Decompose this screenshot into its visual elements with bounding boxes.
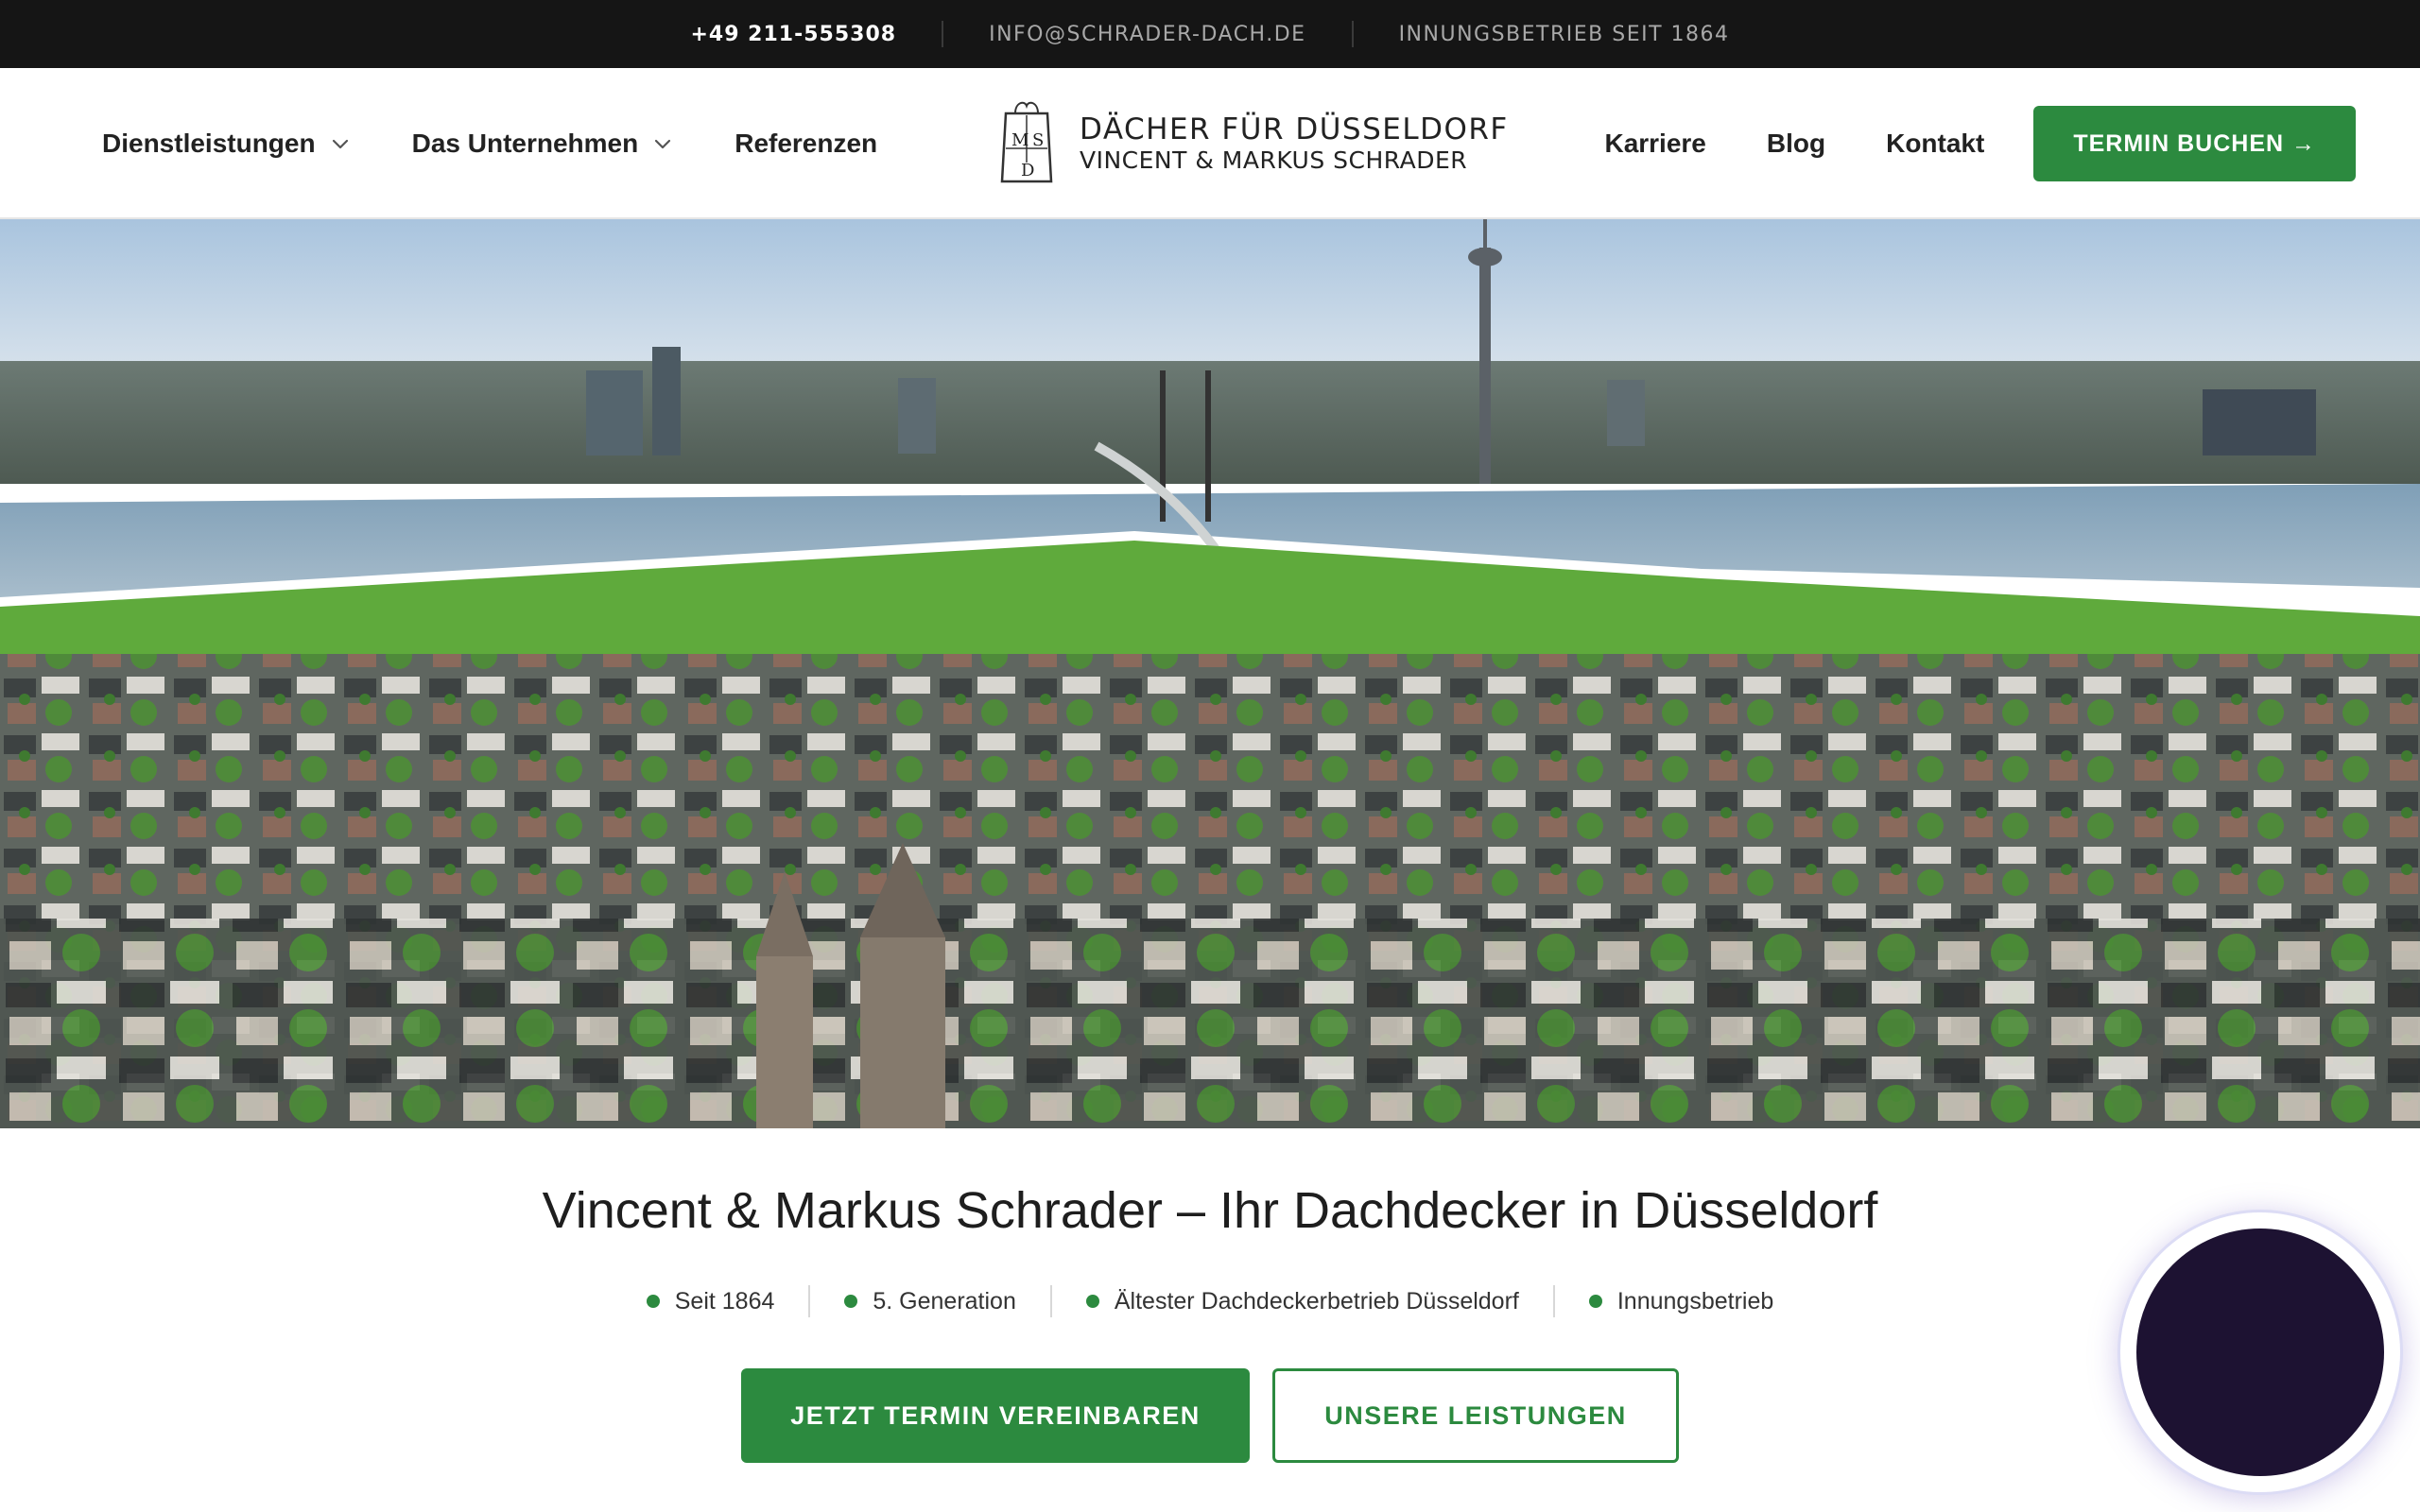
feature-item: Seit 1864	[613, 1288, 809, 1315]
monogram-m: M	[1011, 130, 1028, 150]
nav-label: Das Unternehmen	[411, 129, 639, 158]
main-header: Dienstleistungen Das Unternehmen Referen…	[0, 68, 2420, 219]
monogram-s: S	[1032, 130, 1044, 150]
feature-list: Seit 1864 5. Generation Ältester Dachdec…	[0, 1285, 2420, 1317]
top-info-bar: +49 211-555308 INFO@SCHRADER-DACH.DE INN…	[0, 0, 2420, 68]
nav-label: Dienstleistungen	[102, 129, 316, 158]
nav-blog[interactable]: Blog	[1767, 129, 1825, 159]
nav-das-unternehmen[interactable]: Das Unternehmen	[412, 129, 675, 159]
bullet-dot-icon	[646, 1295, 660, 1308]
nav-dienstleistungen[interactable]: Dienstleistungen	[102, 129, 352, 159]
our-services-button[interactable]: UNSERE LEISTUNGEN	[1272, 1368, 1679, 1463]
feature-item: Ältester Dachdeckerbetrieb Düsseldorf	[1052, 1288, 1553, 1315]
nav-karriere[interactable]: Karriere	[1604, 129, 1705, 159]
guild-since-text: INNUNGSBETRIEB SEIT 1864	[1398, 22, 1730, 46]
logo-title: DÄCHER FÜR DÜSSELDORF	[1080, 112, 1509, 146]
nav-label: Blog	[1766, 129, 1826, 158]
feature-label: Seit 1864	[674, 1287, 775, 1314]
page-headline: Vincent & Markus Schrader – Ihr Dachdeck…	[542, 1182, 1878, 1239]
schedule-appointment-button[interactable]: JETZT TERMIN VEREINBAREN	[741, 1368, 1250, 1463]
feature-label: Ältester Dachdeckerbetrieb Düsseldorf	[1114, 1287, 1519, 1314]
logo-text: DÄCHER FÜR DÜSSELDORF VINCENT & MARKUS S…	[1080, 112, 1509, 175]
feature-label: 5. Generation	[873, 1287, 1016, 1314]
nav-referenzen[interactable]: Referenzen	[735, 129, 877, 159]
hero-aerial-image	[0, 219, 2420, 1128]
nav-left: Dienstleistungen Das Unternehmen Referen…	[102, 68, 938, 219]
chevron-down-icon	[655, 139, 671, 149]
logo[interactable]: M S D DÄCHER FÜR DÜSSELDORF VINCENT & MA…	[993, 96, 1509, 191]
nav-right: Karriere Blog Kontakt TERMIN BUCHEN →	[1544, 68, 2356, 219]
book-appointment-button[interactable]: TERMIN BUCHEN →	[2033, 106, 2356, 181]
monogram-logo-icon: M S D	[1000, 101, 1053, 183]
feature-item: Innungsbetrieb	[1555, 1288, 1807, 1315]
bullet-dot-icon	[1588, 1295, 1602, 1308]
bullet-dot-icon	[1085, 1295, 1099, 1308]
email-link[interactable]: INFO@SCHRADER-DACH.DE	[943, 23, 1351, 46]
nav-kontakt[interactable]: Kontakt	[1886, 129, 1984, 159]
logo-subtitle: VINCENT & MARKUS SCHRADER	[1080, 146, 1468, 174]
hero-actions: JETZT TERMIN VEREINBAREN UNSERE LEISTUNG…	[0, 1368, 2420, 1463]
feature-label: Innungsbetrieb	[1616, 1287, 1774, 1314]
nav-label: Referenzen	[735, 129, 878, 158]
chevron-down-icon	[332, 139, 348, 149]
chat-widget-avatar	[2136, 1228, 2384, 1476]
city-panorama-illustration	[0, 219, 2420, 1128]
nav-label: Kontakt	[1886, 129, 1985, 158]
feature-item: 5. Generation	[810, 1288, 1050, 1315]
nav-label: Karriere	[1604, 129, 1706, 158]
chat-widget-button[interactable]	[2118, 1210, 2403, 1495]
monogram-d: D	[1021, 161, 1034, 180]
phone-link[interactable]: +49 211-555308	[645, 23, 942, 46]
bullet-dot-icon	[844, 1295, 858, 1308]
